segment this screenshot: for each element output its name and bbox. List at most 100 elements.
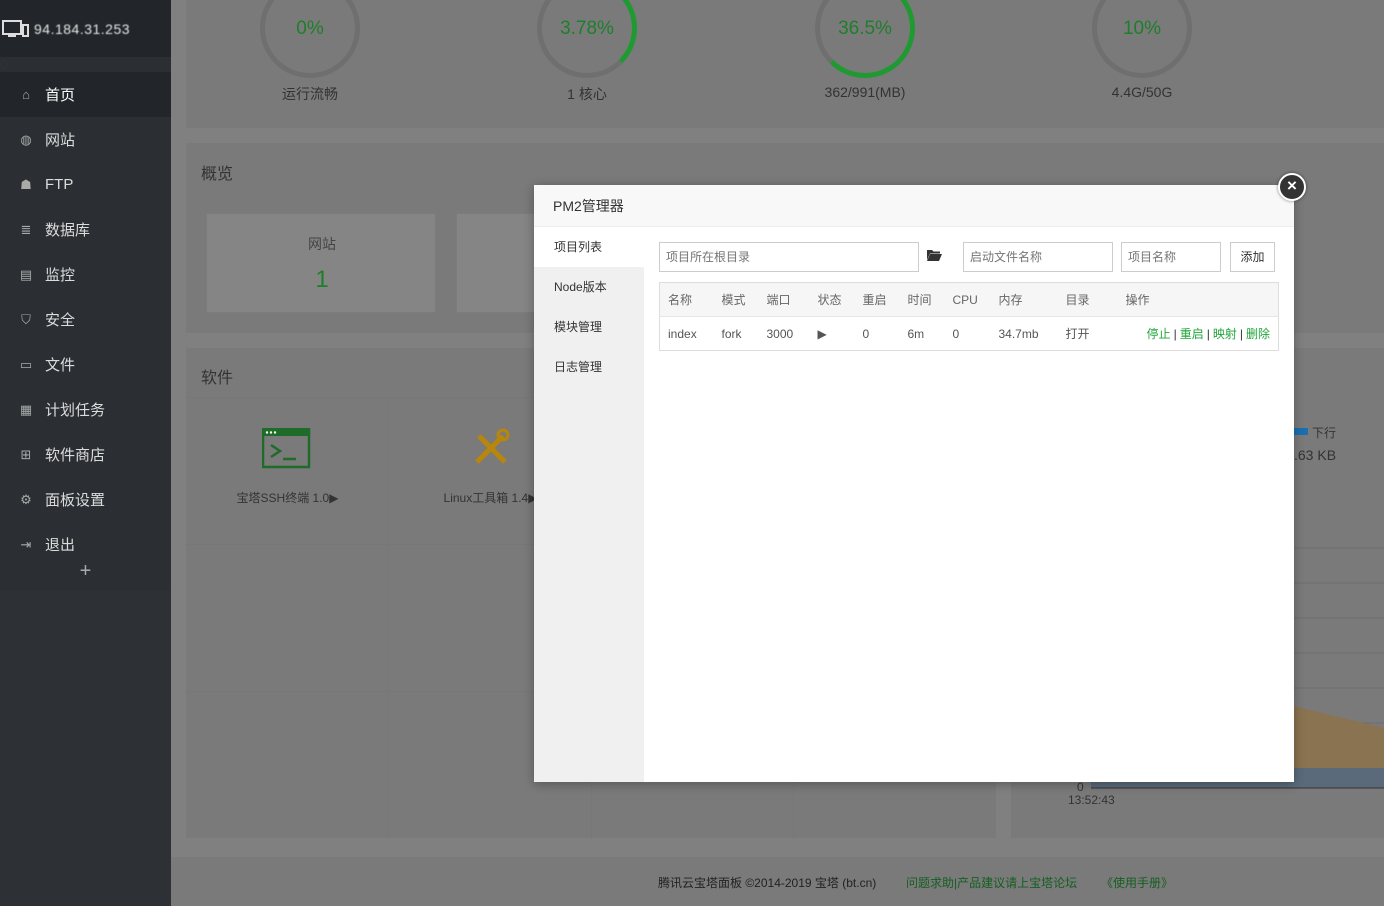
down-speed-value: .63 KB <box>1294 447 1337 463</box>
chart-time-label: 13:52:43 <box>1068 793 1115 807</box>
cell-restart: 0 <box>862 326 870 341</box>
status-panel: 0% 运行流畅 3.78% 1 核心 36.5% 362/991(MB) 10%… <box>186 0 1384 128</box>
sidebar-item-website[interactable]: ◍ 网站 <box>0 117 171 162</box>
notification-badge[interactable]: 0 <box>0 57 171 72</box>
sidebar: 94.184.31.253 0 ⌂ 首页 ◍ 网站 ☗ FTP ≣ 数据库 ▤ … <box>0 0 171 906</box>
table-header-row: 名称 模式 端口 状态 重启 时间 CPU 内存 目录 操作 <box>659 282 1279 317</box>
dialog-tabs: 项目列表 Node版本 模块管理 日志管理 <box>534 227 644 782</box>
add-project-button[interactable]: 添加 <box>1230 242 1275 272</box>
col-memory: 内存 <box>990 282 1058 317</box>
server-ip: 94.184.31.253 <box>34 20 131 37</box>
software-item-label: 宝塔SSH终端 1.0▶ <box>236 491 339 505</box>
chart-y-zero: 0 <box>1077 780 1084 794</box>
project-dir-input[interactable] <box>659 242 919 272</box>
cell-mode: fork <box>721 326 742 341</box>
sidebar-item-ftp[interactable]: ☗ FTP <box>0 162 171 207</box>
sidebar-footer: + <box>0 551 171 906</box>
col-cpu: CPU <box>944 282 991 317</box>
overview-card-sites[interactable]: 网站 1 <box>206 213 436 313</box>
table-row: index fork 3000 ▶ 0 6m 0 34.7mb 打开 停止 | 重启… <box>660 317 1279 351</box>
sidebar-item-label: 数据库 <box>45 222 91 239</box>
calendar-icon: ▦ <box>19 401 33 417</box>
tab-module-manage[interactable]: 模块管理 <box>534 307 644 347</box>
disk-label: 4.4G/50G <box>1111 84 1173 100</box>
sidebar-item-label: FTP <box>45 176 74 193</box>
col-mode: 模式 <box>713 282 759 317</box>
tools-icon <box>475 428 510 464</box>
col-dir: 目录 <box>1057 282 1118 317</box>
legend-down-label: 下行 <box>1312 426 1337 440</box>
restart-link[interactable]: 重启 <box>1180 327 1204 341</box>
server-header: 94.184.31.253 <box>0 0 171 57</box>
footer-help-link[interactable]: 问题求助|产品建议请上宝塔论坛 <box>906 874 1077 891</box>
monitor-icon <box>2 19 29 37</box>
cell-name: index <box>668 326 697 341</box>
sidebar-item-monitor[interactable]: ▤ 监控 <box>0 252 171 297</box>
logout-icon: ⇥ <box>20 536 32 552</box>
tab-log-manage[interactable]: 日志管理 <box>534 347 644 387</box>
footer-manual-link[interactable]: 《使用手册》 <box>1101 874 1173 891</box>
sidebar-item-label: 计划任务 <box>45 402 106 419</box>
apps-icon: ⊞ <box>20 446 32 462</box>
sidebar-item-cron[interactable]: ▦ 计划任务 <box>0 387 171 432</box>
stop-link[interactable]: 停止 <box>1147 327 1171 341</box>
sidebar-item-label: 首页 <box>45 87 76 104</box>
gear-icon: ⚙ <box>20 491 32 507</box>
overview-title: 概览 <box>201 166 234 183</box>
sidebar-item-security[interactable]: ⛉ 安全 <box>0 297 171 342</box>
site-count-label: 网站 <box>308 236 336 252</box>
memory-label: 362/991(MB) <box>824 84 906 100</box>
delete-link[interactable]: 删除 <box>1246 327 1270 341</box>
map-link[interactable]: 映射 <box>1213 327 1237 341</box>
footer: 腾讯云宝塔面板 ©2014-2019 宝塔 (bt.cn) 问题求助|产品建议请… <box>171 857 1384 906</box>
sidebar-item-settings[interactable]: ⚙ 面板设置 <box>0 477 171 522</box>
monitor-chart-icon: ▤ <box>19 266 33 282</box>
status-running-icon[interactable]: ▶ <box>810 317 855 351</box>
load-value: 0% <box>296 18 324 39</box>
dialog-title: PM2管理器 <box>534 185 1294 227</box>
software-empty-cell <box>186 692 389 838</box>
col-port: 端口 <box>758 282 810 317</box>
cpu-value: 3.78% <box>560 18 614 39</box>
ftp-icon: ☗ <box>20 176 32 192</box>
sidebar-item-label: 监控 <box>45 267 76 284</box>
start-file-input[interactable] <box>963 242 1113 272</box>
col-time: 时间 <box>899 282 945 317</box>
add-shortcut-button[interactable]: + <box>0 551 171 591</box>
software-empty-cell <box>186 545 389 692</box>
sidebar-item-database[interactable]: ≣ 数据库 <box>0 207 171 252</box>
terminal-icon <box>262 428 311 469</box>
tab-node-version[interactable]: Node版本 <box>534 267 644 307</box>
database-icon: ≣ <box>20 221 32 237</box>
site-count-value: 1 <box>315 266 329 293</box>
process-table: 名称 模式 端口 状态 重启 时间 CPU 内存 目录 操作 index for… <box>659 282 1279 351</box>
globe-icon: ◍ <box>20 131 32 147</box>
tab-project-list[interactable]: 项目列表 <box>534 227 644 267</box>
close-icon[interactable]: × <box>1278 173 1306 201</box>
sidebar-item-files[interactable]: ▭ 文件 <box>0 342 171 387</box>
cell-time: 6m <box>907 326 925 341</box>
home-icon: ⌂ <box>22 87 30 102</box>
col-name: 名称 <box>659 282 714 317</box>
sidebar-item-label: 文件 <box>45 357 76 374</box>
sidebar-item-store[interactable]: ⊞ 软件商店 <box>0 432 171 477</box>
col-status: 状态 <box>809 282 855 317</box>
folder-open-icon[interactable] <box>926 248 942 265</box>
sidebar-item-label: 软件商店 <box>45 447 106 464</box>
folder-icon: ▭ <box>19 356 33 372</box>
sidebar-item-home[interactable]: ⌂ 首页 <box>0 72 171 117</box>
cell-actions: 停止 | 重启 | 映射 | 删除 <box>1146 327 1270 341</box>
legend-down-swatch <box>1294 428 1308 435</box>
load-label: 运行流畅 <box>282 86 338 102</box>
col-actions: 操作 <box>1117 282 1279 317</box>
project-name-input[interactable] <box>1121 242 1221 272</box>
col-restart: 重启 <box>854 282 900 317</box>
software-item-ssh[interactable]: 宝塔SSH终端 1.0▶ <box>186 397 389 545</box>
shield-icon: ⛉ <box>21 311 31 327</box>
cell-cpu: 0 <box>952 326 960 341</box>
cell-memory: 34.7mb <box>998 326 1039 341</box>
cell-port: 3000 <box>766 326 794 341</box>
open-dir-link[interactable]: 打开 <box>1058 317 1118 351</box>
footer-copyright: 腾讯云宝塔面板 ©2014-2019 宝塔 (bt.cn) <box>658 876 877 890</box>
pm2-manager-dialog: PM2管理器 项目列表 Node版本 模块管理 日志管理 添加 名称 模式 端口… <box>534 185 1294 782</box>
